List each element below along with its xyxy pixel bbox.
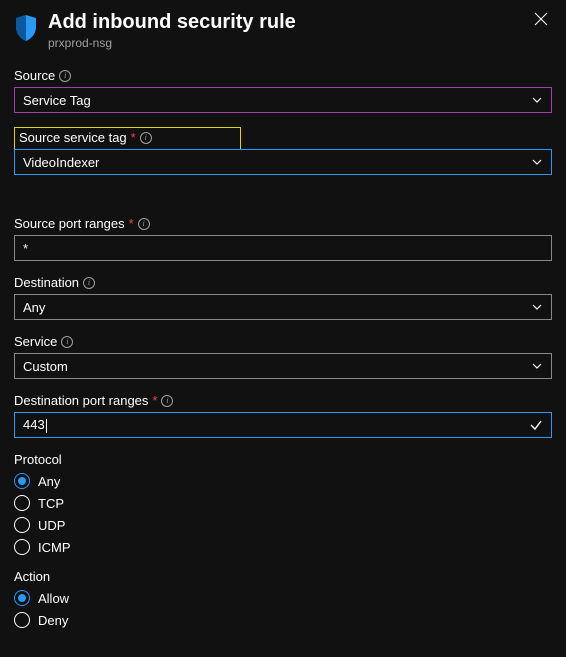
protocol-option-label: Any: [38, 474, 60, 489]
protocol-option-udp[interactable]: UDP: [14, 517, 552, 533]
source-service-tag-field: Source service tag * i VideoIndexer: [14, 127, 552, 202]
required-marker: *: [129, 216, 134, 231]
radio-icon: [14, 517, 30, 533]
check-icon: [529, 418, 543, 432]
service-field: Service i Custom: [14, 334, 552, 379]
action-option-label: Deny: [38, 613, 68, 628]
protocol-option-tcp[interactable]: TCP: [14, 495, 552, 511]
chevron-down-icon: [531, 94, 543, 106]
destination-port-ranges-field: Destination port ranges * i 443: [14, 393, 552, 438]
panel-subtitle: prxprod-nsg: [48, 36, 520, 50]
text-cursor: [46, 419, 47, 433]
source-port-ranges-field: Source port ranges * i *: [14, 216, 552, 261]
service-select[interactable]: Custom: [14, 353, 552, 379]
protocol-option-label: TCP: [38, 496, 64, 511]
destination-field: Destination i Any: [14, 275, 552, 320]
info-icon[interactable]: i: [59, 70, 71, 82]
service-value: Custom: [23, 359, 68, 374]
source-select[interactable]: Service Tag: [14, 87, 552, 113]
destination-select[interactable]: Any: [14, 294, 552, 320]
radio-icon: [14, 612, 30, 628]
source-label: Source: [14, 68, 55, 83]
source-port-ranges-input[interactable]: *: [14, 235, 552, 261]
source-value: Service Tag: [23, 93, 91, 108]
info-icon[interactable]: i: [140, 132, 152, 144]
required-marker: *: [152, 393, 157, 408]
destination-label: Destination: [14, 275, 79, 290]
info-icon[interactable]: i: [61, 336, 73, 348]
action-option-deny[interactable]: Deny: [14, 612, 552, 628]
info-icon[interactable]: i: [138, 218, 150, 230]
destination-port-ranges-input[interactable]: 443: [14, 412, 552, 438]
protocol-label: Protocol: [14, 452, 552, 467]
radio-icon: [14, 539, 30, 555]
protocol-option-any[interactable]: Any: [14, 473, 552, 489]
destination-port-ranges-label: Destination port ranges: [14, 393, 148, 408]
source-port-ranges-value: *: [23, 241, 28, 256]
panel-header: Add inbound security rule prxprod-nsg: [14, 10, 552, 50]
action-option-label: Allow: [38, 591, 69, 606]
source-service-tag-select[interactable]: VideoIndexer: [14, 149, 552, 175]
radio-icon: [14, 473, 30, 489]
source-port-ranges-label: Source port ranges: [14, 216, 125, 231]
chevron-down-icon: [531, 301, 543, 313]
protocol-option-icmp[interactable]: ICMP: [14, 539, 552, 555]
source-service-tag-value: VideoIndexer: [23, 155, 99, 170]
source-field: Source i Service Tag: [14, 68, 552, 113]
info-icon[interactable]: i: [83, 277, 95, 289]
panel-title: Add inbound security rule: [48, 10, 520, 34]
source-service-tag-label: Source service tag: [19, 130, 127, 145]
action-label: Action: [14, 569, 552, 584]
chevron-down-icon: [531, 360, 543, 372]
protocol-option-label: ICMP: [38, 540, 71, 555]
required-marker: *: [131, 130, 136, 145]
action-group: Action Allow Deny: [14, 569, 552, 628]
chevron-down-icon: [531, 156, 543, 168]
radio-icon: [14, 495, 30, 511]
close-icon: [534, 12, 548, 26]
destination-value: Any: [23, 300, 45, 315]
shield-icon: [14, 14, 38, 42]
info-icon[interactable]: i: [161, 395, 173, 407]
destination-port-ranges-value: 443: [23, 417, 45, 432]
service-label: Service: [14, 334, 57, 349]
close-button[interactable]: [530, 10, 552, 33]
radio-icon: [14, 590, 30, 606]
protocol-option-label: UDP: [38, 518, 65, 533]
action-option-allow[interactable]: Allow: [14, 590, 552, 606]
protocol-group: Protocol Any TCP UDP ICMP: [14, 452, 552, 555]
add-inbound-rule-panel: Add inbound security rule prxprod-nsg So…: [0, 0, 566, 656]
